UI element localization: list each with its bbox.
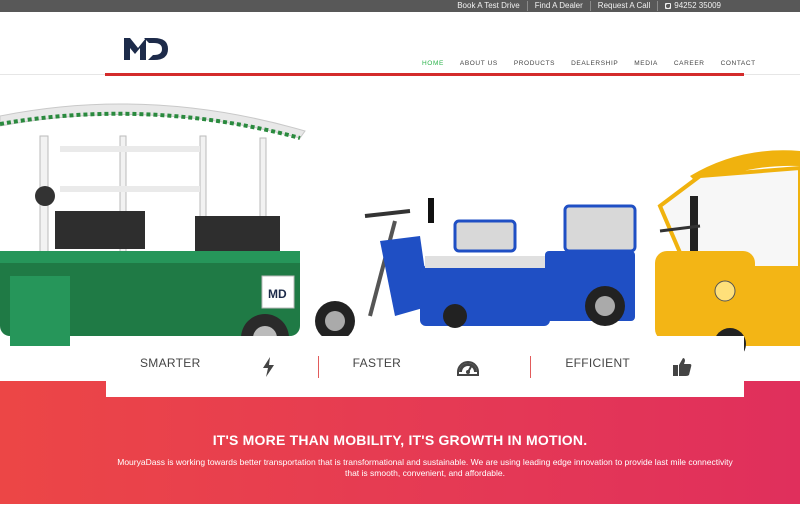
top-utility-bar: Book A Test Drive Find A Dealer Request … (0, 0, 800, 12)
utility-links: Book A Test Drive Find A Dealer Request … (450, 0, 728, 12)
svg-text:MD: MD (268, 287, 287, 301)
feature-label: FASTER (352, 356, 402, 370)
book-test-drive-link[interactable]: Book A Test Drive (450, 1, 527, 11)
feature-label: SMARTER (140, 356, 201, 370)
thumbs-up-icon (673, 358, 692, 376)
blue-e-rickshaw-image (315, 198, 637, 341)
nav-about-us[interactable]: ABOUT US (452, 60, 506, 67)
phone-icon (665, 3, 672, 9)
banner-body: MouryaDass is working towards better tra… (117, 457, 733, 478)
phone-link[interactable]: 94252 35009 (657, 1, 728, 11)
request-call-link[interactable]: Request A Call (589, 1, 657, 11)
main-nav: HOME ABOUT US PRODUCTS DEALERSHIP MEDIA … (414, 60, 764, 67)
nav-home[interactable]: HOME (414, 60, 452, 67)
speedometer-icon (456, 361, 479, 376)
features-bar: SMARTER FASTER EFFICIENT (106, 336, 744, 397)
nav-dealership[interactable]: DEALERSHIP (563, 60, 626, 67)
yellow-e-rickshaw-image (655, 150, 800, 360)
green-e-rickshaw-image: MD (0, 103, 306, 362)
phone-number: 94252 35009 (674, 1, 721, 10)
find-dealer-link[interactable]: Find A Dealer (526, 1, 590, 11)
feature-label: EFFICIENT (565, 356, 631, 370)
lightning-icon (263, 357, 274, 377)
brand-logo[interactable] (122, 34, 170, 62)
feature-smarter: SMARTER (106, 336, 319, 397)
page-bottom (0, 504, 800, 532)
feature-faster: FASTER (319, 336, 532, 397)
mission-banner: IT'S MORE THAN MOBILITY, IT'S GROWTH IN … (0, 381, 800, 504)
nav-contact[interactable]: CONTACT (713, 60, 764, 67)
banner-headline: IT'S MORE THAN MOBILITY, IT'S GROWTH IN … (212, 432, 588, 448)
nav-career[interactable]: CAREER (666, 60, 713, 67)
site-header: HOME ABOUT US PRODUCTS DEALERSHIP MEDIA … (0, 12, 800, 76)
nav-products[interactable]: PRODUCTS (506, 60, 563, 67)
nav-media[interactable]: MEDIA (626, 60, 666, 67)
feature-efficient: EFFICIENT (531, 336, 744, 397)
